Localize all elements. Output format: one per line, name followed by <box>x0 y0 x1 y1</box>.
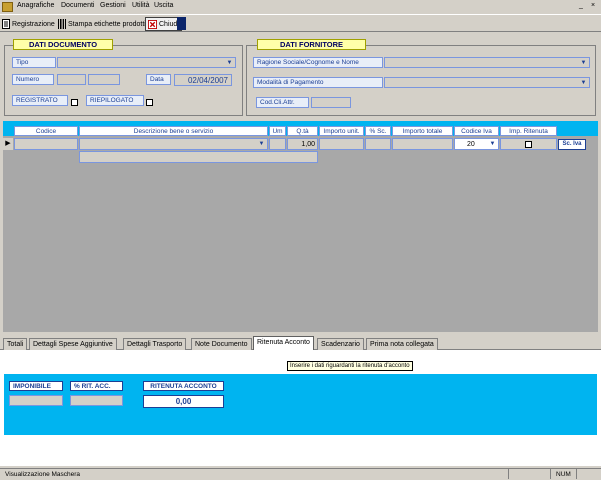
cell-descrizione-extended[interactable] <box>79 151 318 163</box>
cell-sconto[interactable] <box>365 138 391 150</box>
dati-documento-title: DATI DOCUMENTO <box>13 39 113 50</box>
status-separator <box>550 469 551 479</box>
tipo-label: Tipo <box>12 57 56 68</box>
col-header-imp-ritenuta: Imp. Ritenuta <box>500 126 557 136</box>
chevron-down-icon: ▼ <box>258 141 265 147</box>
col-header-um: Um <box>269 126 286 136</box>
tab-note-documento[interactable]: Note Documento <box>191 338 252 350</box>
col-header-codice-iva: Codice Iva <box>454 126 499 136</box>
chiudi-label: Chiudi <box>159 20 179 28</box>
num-lock-indicator: NUM <box>556 471 571 478</box>
perc-rit-acc-field[interactable] <box>70 395 123 406</box>
chevron-down-icon: ▼ <box>580 80 587 86</box>
minimize-button[interactable]: _ <box>576 2 586 11</box>
col-header-codice: Codice <box>14 126 78 136</box>
data-field[interactable]: 02/04/2007 <box>174 74 232 86</box>
ragione-sociale-select[interactable]: ▼ <box>384 57 590 68</box>
cell-codice-iva[interactable]: 20 ▼ <box>454 138 499 150</box>
col-header-importo-unit: Importo unit. <box>319 126 364 136</box>
registrazione-label: Registrazione <box>12 20 55 28</box>
cod-cli-attr-field[interactable] <box>311 97 351 108</box>
stampa-etichette-button[interactable]: Stampa etichette prodotti <box>58 17 146 31</box>
data-label: Data <box>146 74 171 85</box>
tab-dettagli-spese[interactable]: Dettagli Spese Aggiuntive <box>29 338 117 350</box>
col-header-sconto: % Sc. <box>365 126 391 136</box>
col-header-descrizione: Descrizione bene o servizio <box>79 126 268 136</box>
sc-iva-button[interactable]: Sc. Iva <box>558 139 586 150</box>
riepilogato-label: RIEPILOGATO <box>86 95 144 106</box>
menu-anagrafiche[interactable]: Anagrafiche <box>17 2 54 9</box>
codice-iva-value: 20 <box>467 141 475 148</box>
tipo-select[interactable]: ▼ <box>57 57 236 68</box>
chevron-down-icon: ▼ <box>489 141 496 147</box>
cell-imp-ritenuta <box>500 138 557 150</box>
registrazione-button[interactable]: Registrazione <box>2 17 55 31</box>
perc-rit-acc-label: % RIT. ACC. <box>70 381 123 391</box>
status-bar: Visualizzazione Maschera NUM <box>0 468 601 480</box>
close-window-button[interactable]: × <box>588 2 598 11</box>
status-separator <box>576 469 577 479</box>
status-separator <box>508 469 509 479</box>
imponibile-field[interactable] <box>9 395 63 406</box>
cell-quantita[interactable]: 1,00 <box>287 138 318 150</box>
menu-bar: Anagrafiche Documenti Gestioni Utilità U… <box>0 0 601 14</box>
cell-descrizione[interactable]: ▼ <box>79 138 268 150</box>
imp-ritenuta-checkbox[interactable] <box>525 141 532 148</box>
toolbar: Registrazione Stampa etichette prodotti … <box>0 14 601 32</box>
chevron-down-icon: ▼ <box>580 60 587 66</box>
toolbar-overflow-button[interactable] <box>177 17 186 30</box>
dati-fornitore-title: DATI FORNITORE <box>257 39 366 50</box>
cell-importo-unit[interactable] <box>319 138 364 150</box>
col-header-quantita: Q.tà <box>287 126 318 136</box>
tab-prima-nota[interactable]: Prima nota collegata <box>366 338 438 350</box>
row-indicator: ▶ <box>3 138 13 150</box>
col-header-importo-totale: Importo totale <box>392 126 453 136</box>
numero-label: Numero <box>12 74 54 85</box>
app-icon <box>2 2 13 12</box>
close-icon <box>148 19 157 29</box>
tab-ritenuta-acconto[interactable]: Ritenuta Acconto <box>253 336 314 350</box>
registrato-checkbox[interactable] <box>71 99 78 106</box>
ragione-sociale-label: Ragione Sociale/Cognome e Nome <box>253 57 383 68</box>
tab-dettagli-trasporto[interactable]: Dettagli Trasporto <box>123 338 187 350</box>
ritenuta-acconto-value: 0,00 <box>143 395 224 408</box>
ritenuta-acconto-label: RITENUTA ACCONTO <box>143 381 224 391</box>
menu-documenti[interactable]: Documenti <box>61 2 94 9</box>
numero-field[interactable] <box>57 74 86 85</box>
cell-codice[interactable] <box>14 138 78 150</box>
tab-scadenzario[interactable]: Scadenzario <box>317 338 364 350</box>
riepilogato-checkbox[interactable] <box>146 99 153 106</box>
menu-uscita[interactable]: Uscita <box>154 2 173 9</box>
tab-totali[interactable]: Totali <box>3 338 28 350</box>
chevron-down-icon: ▼ <box>226 60 233 66</box>
numero-suffix-field[interactable] <box>88 74 120 85</box>
document-icon <box>2 19 10 29</box>
stampa-label: Stampa etichette prodotti <box>68 20 146 28</box>
menu-utilita[interactable]: Utilità <box>132 2 150 9</box>
barcode-icon <box>58 19 66 29</box>
imponibile-label: IMPONIBILE <box>9 381 63 391</box>
registrato-label: REGISTRATO <box>12 95 68 106</box>
status-text: Visualizzazione Maschera <box>5 471 81 478</box>
tooltip: Inserire i dati riguardanti la ritenuta … <box>287 361 413 371</box>
modalita-pagamento-label: Modalità di Pagamento <box>253 77 383 88</box>
cod-cli-attr-label: Cod.Cli.Attr. <box>256 97 309 108</box>
cell-importo-totale[interactable] <box>392 138 453 150</box>
modalita-pagamento-select[interactable]: ▼ <box>384 77 590 88</box>
cell-um[interactable] <box>269 138 286 150</box>
menu-gestioni[interactable]: Gestioni <box>100 2 126 9</box>
